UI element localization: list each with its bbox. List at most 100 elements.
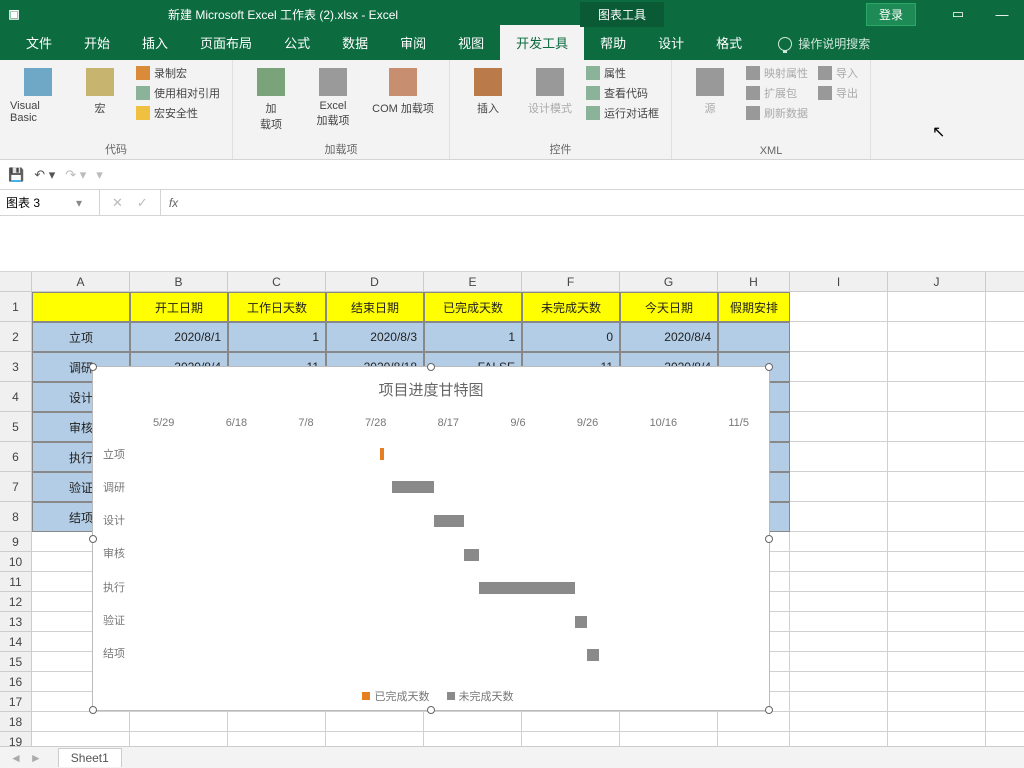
cell[interactable] bbox=[986, 472, 1024, 502]
run-dialog-button[interactable]: 运行对话框 bbox=[584, 104, 661, 122]
cell[interactable] bbox=[32, 712, 130, 732]
row-header[interactable]: 16 bbox=[0, 672, 32, 692]
row-header[interactable]: 12 bbox=[0, 592, 32, 612]
row-header[interactable]: 15 bbox=[0, 652, 32, 672]
row-header[interactable]: 8 bbox=[0, 502, 32, 532]
cell[interactable] bbox=[790, 322, 888, 352]
chart-title[interactable]: 项目进度甘特图 bbox=[93, 367, 769, 400]
cell[interactable] bbox=[888, 592, 986, 612]
cell[interactable] bbox=[986, 352, 1024, 382]
cancel-formula[interactable]: ✕ bbox=[112, 195, 123, 211]
cell[interactable] bbox=[790, 532, 888, 552]
cell[interactable] bbox=[888, 442, 986, 472]
cell[interactable] bbox=[130, 732, 228, 746]
col-header[interactable]: J bbox=[888, 272, 986, 292]
cell[interactable] bbox=[718, 322, 790, 352]
cell[interactable] bbox=[888, 322, 986, 352]
worksheet-grid[interactable]: ABCDEFGHIJK 1234567891011121314151617181… bbox=[0, 272, 1024, 746]
chart-plot-area[interactable] bbox=[153, 437, 749, 670]
cell[interactable] bbox=[620, 732, 718, 746]
chart-handle[interactable] bbox=[427, 363, 435, 371]
col-header[interactable]: I bbox=[790, 272, 888, 292]
cell[interactable] bbox=[986, 412, 1024, 442]
chart-handle[interactable] bbox=[89, 706, 97, 714]
cell[interactable]: 0 bbox=[522, 322, 620, 352]
tab-insert[interactable]: 插入 bbox=[126, 25, 184, 60]
cell[interactable] bbox=[986, 502, 1024, 532]
cell[interactable] bbox=[888, 672, 986, 692]
column-headers[interactable]: ABCDEFGHIJK bbox=[32, 272, 1024, 292]
cell[interactable] bbox=[986, 532, 1024, 552]
cell[interactable] bbox=[986, 712, 1024, 732]
cell[interactable] bbox=[888, 502, 986, 532]
cell[interactable] bbox=[32, 292, 130, 322]
cell[interactable] bbox=[790, 352, 888, 382]
cell[interactable] bbox=[790, 472, 888, 502]
chart-handle[interactable] bbox=[765, 706, 773, 714]
cell[interactable] bbox=[986, 322, 1024, 352]
cell[interactable] bbox=[888, 692, 986, 712]
cell[interactable] bbox=[424, 732, 522, 746]
cell[interactable]: 1 bbox=[424, 322, 522, 352]
cell[interactable] bbox=[522, 712, 620, 732]
row-header[interactable]: 7 bbox=[0, 472, 32, 502]
cell[interactable] bbox=[228, 732, 326, 746]
cell[interactable] bbox=[790, 592, 888, 612]
col-header[interactable]: B bbox=[130, 272, 228, 292]
cell[interactable] bbox=[130, 712, 228, 732]
chart-bar[interactable] bbox=[380, 448, 384, 460]
cell[interactable] bbox=[986, 442, 1024, 472]
cell[interactable] bbox=[790, 612, 888, 632]
col-header[interactable]: G bbox=[620, 272, 718, 292]
cell[interactable] bbox=[790, 442, 888, 472]
cell[interactable]: 2020/8/3 bbox=[326, 322, 424, 352]
cell[interactable] bbox=[986, 612, 1024, 632]
cell[interactable]: 1 bbox=[228, 322, 326, 352]
cell[interactable] bbox=[790, 552, 888, 572]
tab-chart-format[interactable]: 格式 bbox=[700, 25, 758, 60]
row-header[interactable]: 18 bbox=[0, 712, 32, 732]
view-code-button[interactable]: 查看代码 bbox=[584, 84, 661, 102]
relative-ref-button[interactable]: 使用相对引用 bbox=[134, 84, 222, 102]
cell[interactable] bbox=[888, 352, 986, 382]
excel-addins-button[interactable]: Excel 加载项 bbox=[305, 64, 361, 128]
gantt-chart[interactable]: 项目进度甘特图 5/296/187/87/288/179/69/2610/161… bbox=[92, 366, 770, 711]
com-addins-button[interactable]: COM 加载项 bbox=[367, 64, 439, 116]
cell[interactable] bbox=[326, 732, 424, 746]
cell[interactable]: 工作日天数 bbox=[228, 292, 326, 322]
col-header[interactable]: F bbox=[522, 272, 620, 292]
import-button[interactable]: 导入 bbox=[816, 64, 860, 82]
cell[interactable]: 假期安排 bbox=[718, 292, 790, 322]
chart-bar[interactable] bbox=[587, 649, 599, 661]
chart-handle[interactable] bbox=[427, 706, 435, 714]
addins-button[interactable]: 加 载项 bbox=[243, 64, 299, 132]
cell[interactable] bbox=[790, 672, 888, 692]
col-header[interactable]: K bbox=[986, 272, 1024, 292]
tab-review[interactable]: 审阅 bbox=[384, 25, 442, 60]
row-header[interactable]: 6 bbox=[0, 442, 32, 472]
chart-handle[interactable] bbox=[89, 535, 97, 543]
cell[interactable]: 2020/8/4 bbox=[620, 322, 718, 352]
cell[interactable] bbox=[888, 632, 986, 652]
save-button[interactable]: 💾 bbox=[8, 167, 24, 183]
ribbon-display-options[interactable]: ▭ bbox=[936, 6, 980, 22]
name-box-input[interactable] bbox=[6, 196, 76, 210]
chart-bar[interactable] bbox=[392, 481, 434, 493]
cell[interactable] bbox=[888, 532, 986, 552]
chart-handle[interactable] bbox=[765, 363, 773, 371]
cell[interactable] bbox=[986, 692, 1024, 712]
select-all-corner[interactable] bbox=[0, 272, 32, 292]
sheet-tab[interactable]: Sheet1 bbox=[58, 748, 122, 767]
row-header[interactable]: 9 bbox=[0, 532, 32, 552]
cell[interactable] bbox=[888, 472, 986, 502]
row-header[interactable]: 11 bbox=[0, 572, 32, 592]
cell[interactable] bbox=[790, 502, 888, 532]
redo-button[interactable]: ↷ ▾ bbox=[65, 167, 86, 183]
col-header[interactable]: E bbox=[424, 272, 522, 292]
cell[interactable]: 结束日期 bbox=[326, 292, 424, 322]
tab-chart-design[interactable]: 设计 bbox=[642, 25, 700, 60]
chart-handle[interactable] bbox=[765, 535, 773, 543]
cell[interactable] bbox=[790, 652, 888, 672]
cell[interactable] bbox=[790, 712, 888, 732]
fx-icon[interactable]: fx bbox=[161, 190, 186, 215]
